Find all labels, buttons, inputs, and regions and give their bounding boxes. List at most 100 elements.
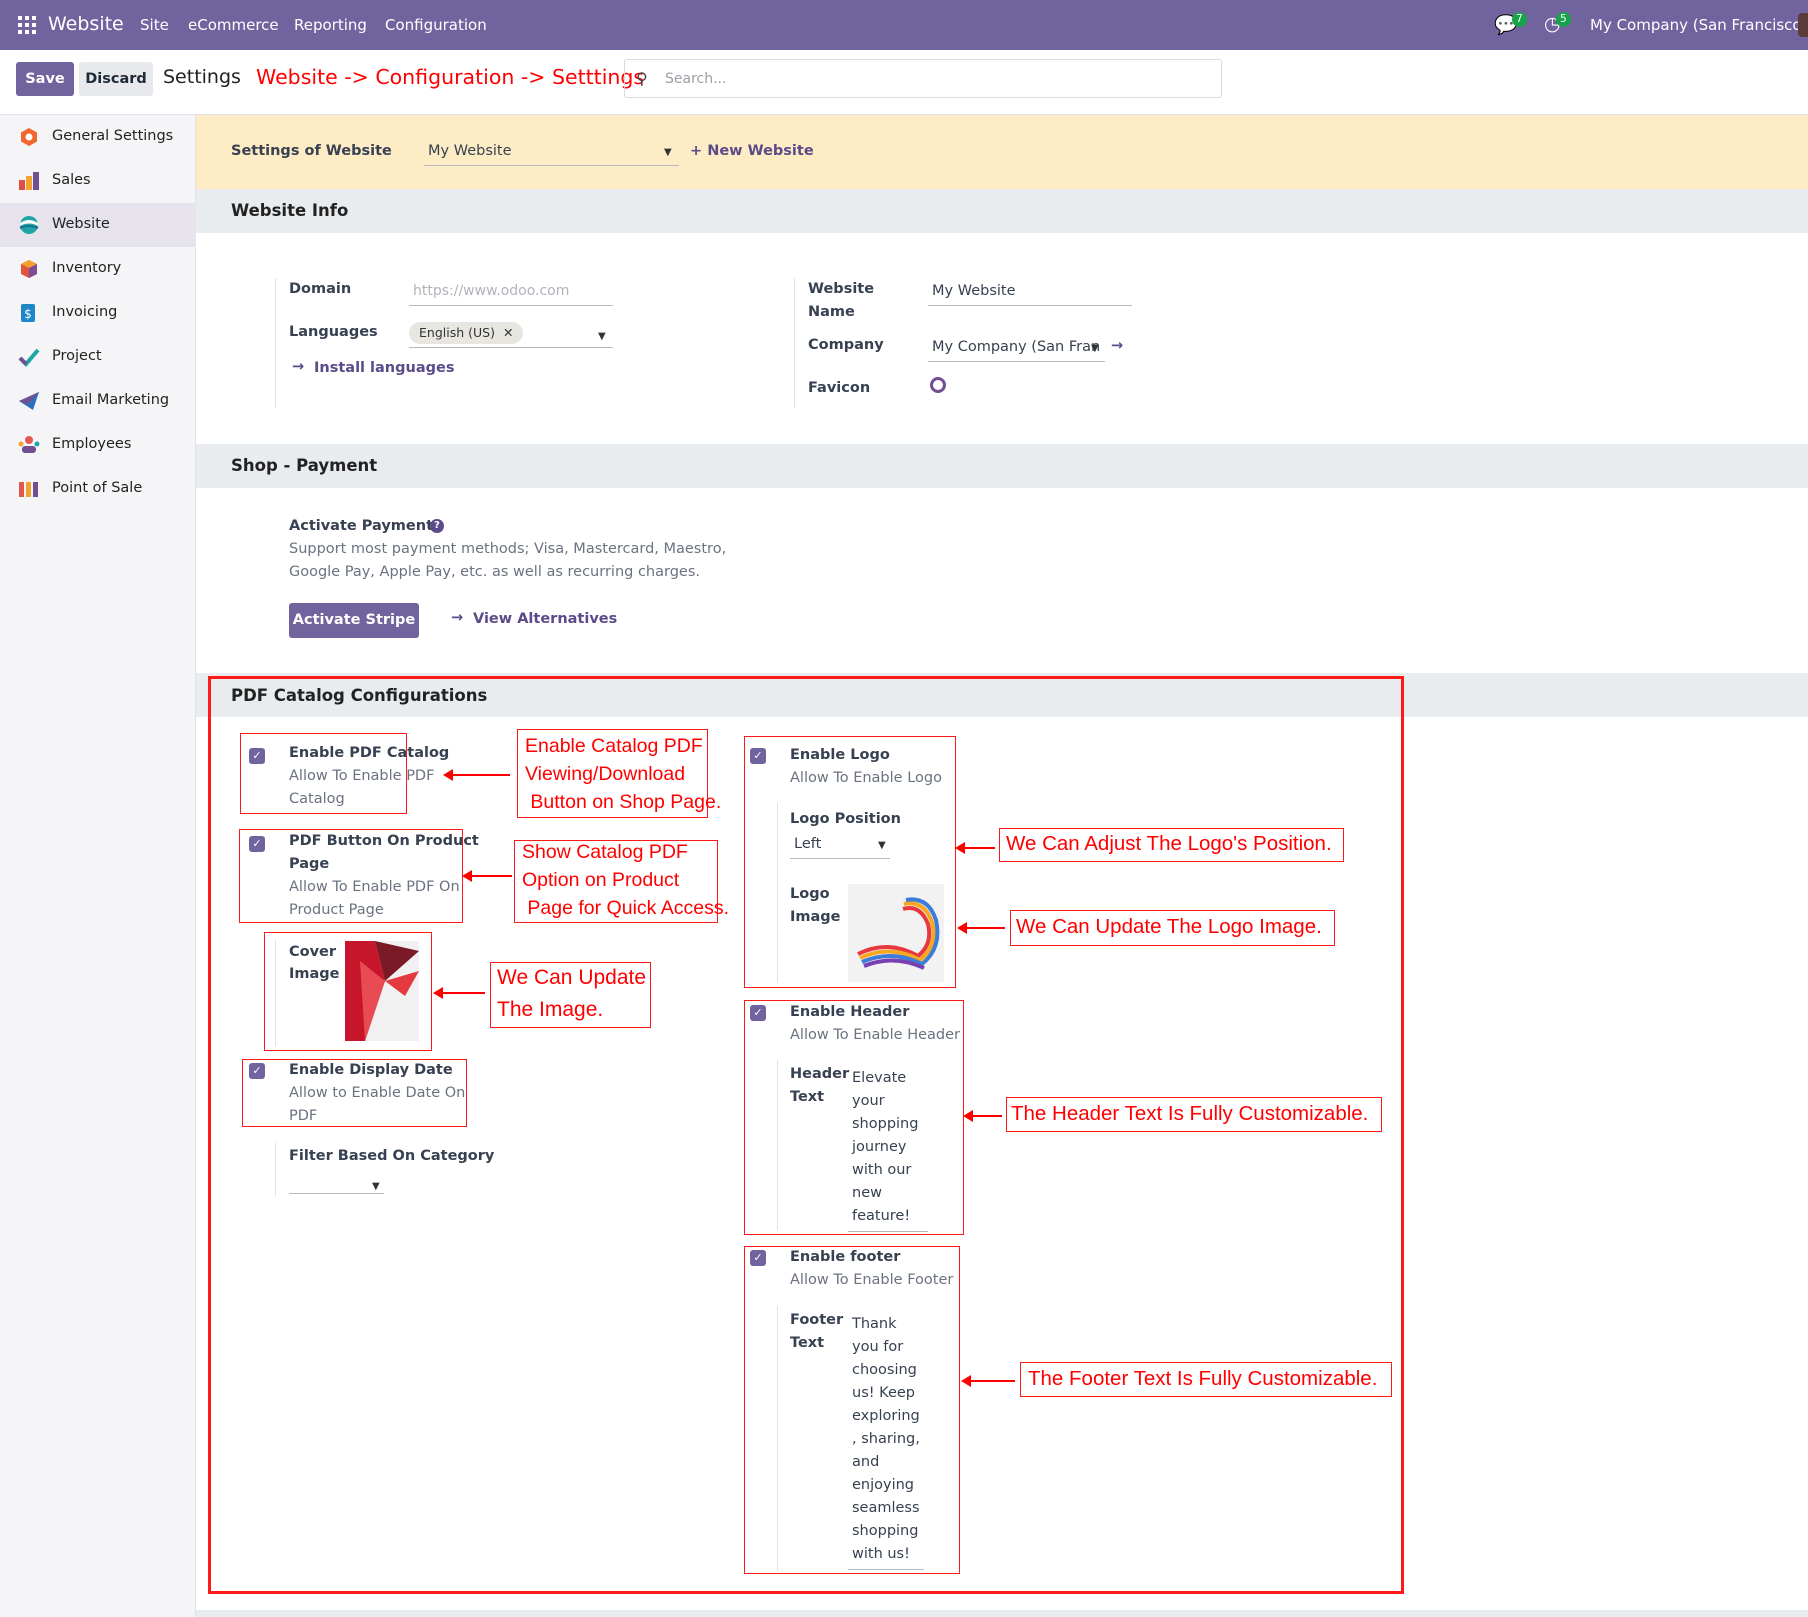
pdf-button-product-page-label-2: Page [289,856,330,872]
header-text-line: new [852,1185,882,1201]
divider [275,940,276,1046]
annotation-text: We Can Update [497,966,647,989]
close-icon[interactable]: ✕ [503,325,513,340]
header-text-label: Header [790,1066,850,1082]
shop-payment-header [196,444,1808,488]
install-languages-link[interactable]: Install languages [314,360,454,376]
view-alternatives-link[interactable]: View Alternatives [473,611,617,627]
email-marketing-icon [19,392,39,410]
sidebar-item-invoicing[interactable]: $ Invoicing [0,291,196,335]
navigation-annotation: Website -> Configuration -> Setttings [256,65,645,89]
user-avatar[interactable] [1798,13,1808,37]
logo-image[interactable] [848,884,944,982]
search-box[interactable]: ⚲ [624,59,1222,98]
domain-input[interactable]: https://www.odoo.com [413,283,569,299]
logo-image-label: Logo [790,886,830,902]
new-website-button[interactable]: + New Website [690,143,814,159]
sidebar-item-label: Email Marketing [52,392,170,408]
company-label: Company [808,337,884,353]
website-name-input[interactable]: My Website [932,283,1016,299]
website-info-header [196,189,1808,233]
sidebar-item-project[interactable]: Project [0,335,196,379]
menu-site[interactable]: Site [140,16,169,34]
activate-payments-label: Activate Payments [289,518,442,534]
activate-stripe-button[interactable]: Activate Stripe [289,603,419,638]
annotation-text: Option on Product [522,869,680,891]
language-tag-label: English (US) [419,325,495,340]
discard-button[interactable]: Discard [79,62,153,96]
field-underline [848,1569,924,1570]
annotation-text: The Footer Text Is Fully Customizable. [1028,1367,1378,1390]
field-underline [409,305,613,306]
enable-display-date-checkbox[interactable]: ✓ [249,1063,265,1079]
save-button[interactable]: Save [16,62,74,96]
search-icon: ⚲ [636,69,648,88]
chevron-down-icon[interactable]: ▼ [1091,343,1099,354]
pdf-button-product-page-label: PDF Button On Product [289,833,479,849]
section-title: Shop - Payment [231,456,378,475]
footer-text-input[interactable]: Thank you for choosing us! Keep explorin… [852,1313,932,1566]
filter-category-select[interactable] [289,1193,384,1194]
divider [275,1143,276,1196]
enable-header-checkbox[interactable]: ✓ [750,1005,766,1021]
menu-configuration[interactable]: Configuration [385,16,487,34]
sidebar-item-label: Invoicing [52,304,118,320]
field-underline [409,347,613,348]
field-underline [928,361,1105,362]
header-text-line: Elevate [852,1070,907,1086]
sidebar-item-label: Inventory [52,260,122,276]
internal-link-icon[interactable]: → [1111,338,1123,354]
menu-reporting[interactable]: Reporting [294,16,367,34]
annotation-text: Page for Quick Access. [522,897,730,919]
menu-ecommerce[interactable]: eCommerce [188,16,279,34]
header-text-label-2: Text [790,1089,825,1105]
header-text-input[interactable]: Elevate your shopping journey with our n… [852,1067,928,1228]
pdf-button-product-page-checkbox[interactable]: ✓ [249,836,265,852]
sidebar-item-sales[interactable]: Sales [0,159,196,203]
sidebar-item-label: Website [52,216,110,232]
chevron-down-icon[interactable]: ▼ [878,840,886,851]
sidebar-item-inventory[interactable]: Inventory [0,247,196,291]
divider [777,803,778,983]
footer-text-label: Footer [790,1312,844,1328]
next-section-header [196,1610,1808,1617]
chevron-down-icon[interactable]: ▼ [372,1181,380,1192]
logo-position-select[interactable]: Left [794,836,821,852]
cover-image[interactable] [345,941,419,1041]
enable-logo-checkbox[interactable]: ✓ [750,748,766,764]
divider [777,1306,778,1571]
divider [275,278,276,408]
header-text-line: your [852,1093,885,1109]
search-input[interactable] [665,68,1205,90]
app-title[interactable]: Website [48,13,124,35]
field-underline [848,1231,928,1232]
footer-text-line: you for [852,1339,904,1355]
company-select[interactable]: My Company (San Fran [932,339,1100,355]
sidebar-item-general-settings[interactable]: General Settings [0,115,196,159]
top-navbar: Website Site eCommerce Reporting Configu… [0,0,1808,50]
enable-header-label: Enable Header [790,1004,910,1020]
sidebar-item-email-marketing[interactable]: Email Marketing [0,379,196,423]
chevron-down-icon[interactable]: ▼ [664,147,672,158]
sidebar-item-employees[interactable]: Employees [0,423,196,467]
project-icon [18,348,40,367]
chevron-down-icon[interactable]: ▼ [598,331,606,342]
languages-label: Languages [289,324,378,340]
website-select[interactable]: My Website [428,143,512,159]
footer-text-line: enjoying [852,1477,915,1493]
domain-label: Domain [289,281,352,297]
enable-pdf-catalog-checkbox[interactable]: ✓ [249,748,265,764]
arrow-left-icon [961,1375,1015,1387]
app-menu-icon[interactable] [18,16,36,34]
favicon-image[interactable] [930,377,946,393]
enable-footer-checkbox[interactable]: ✓ [750,1250,766,1266]
sidebar-item-label: Project [52,348,102,364]
sidebar-item-website[interactable]: Website [0,203,196,247]
logo-position-label: Logo Position [790,811,901,827]
website-name-label-2: Name [808,304,855,320]
sidebar-item-point-of-sale[interactable]: Point of Sale [0,467,196,511]
company-switcher[interactable]: My Company (San Francisco) [1590,16,1807,34]
help-icon[interactable]: ? [430,519,444,533]
arrow-left-icon [963,1110,1002,1122]
filter-category-label: Filter Based On Category [289,1148,495,1164]
